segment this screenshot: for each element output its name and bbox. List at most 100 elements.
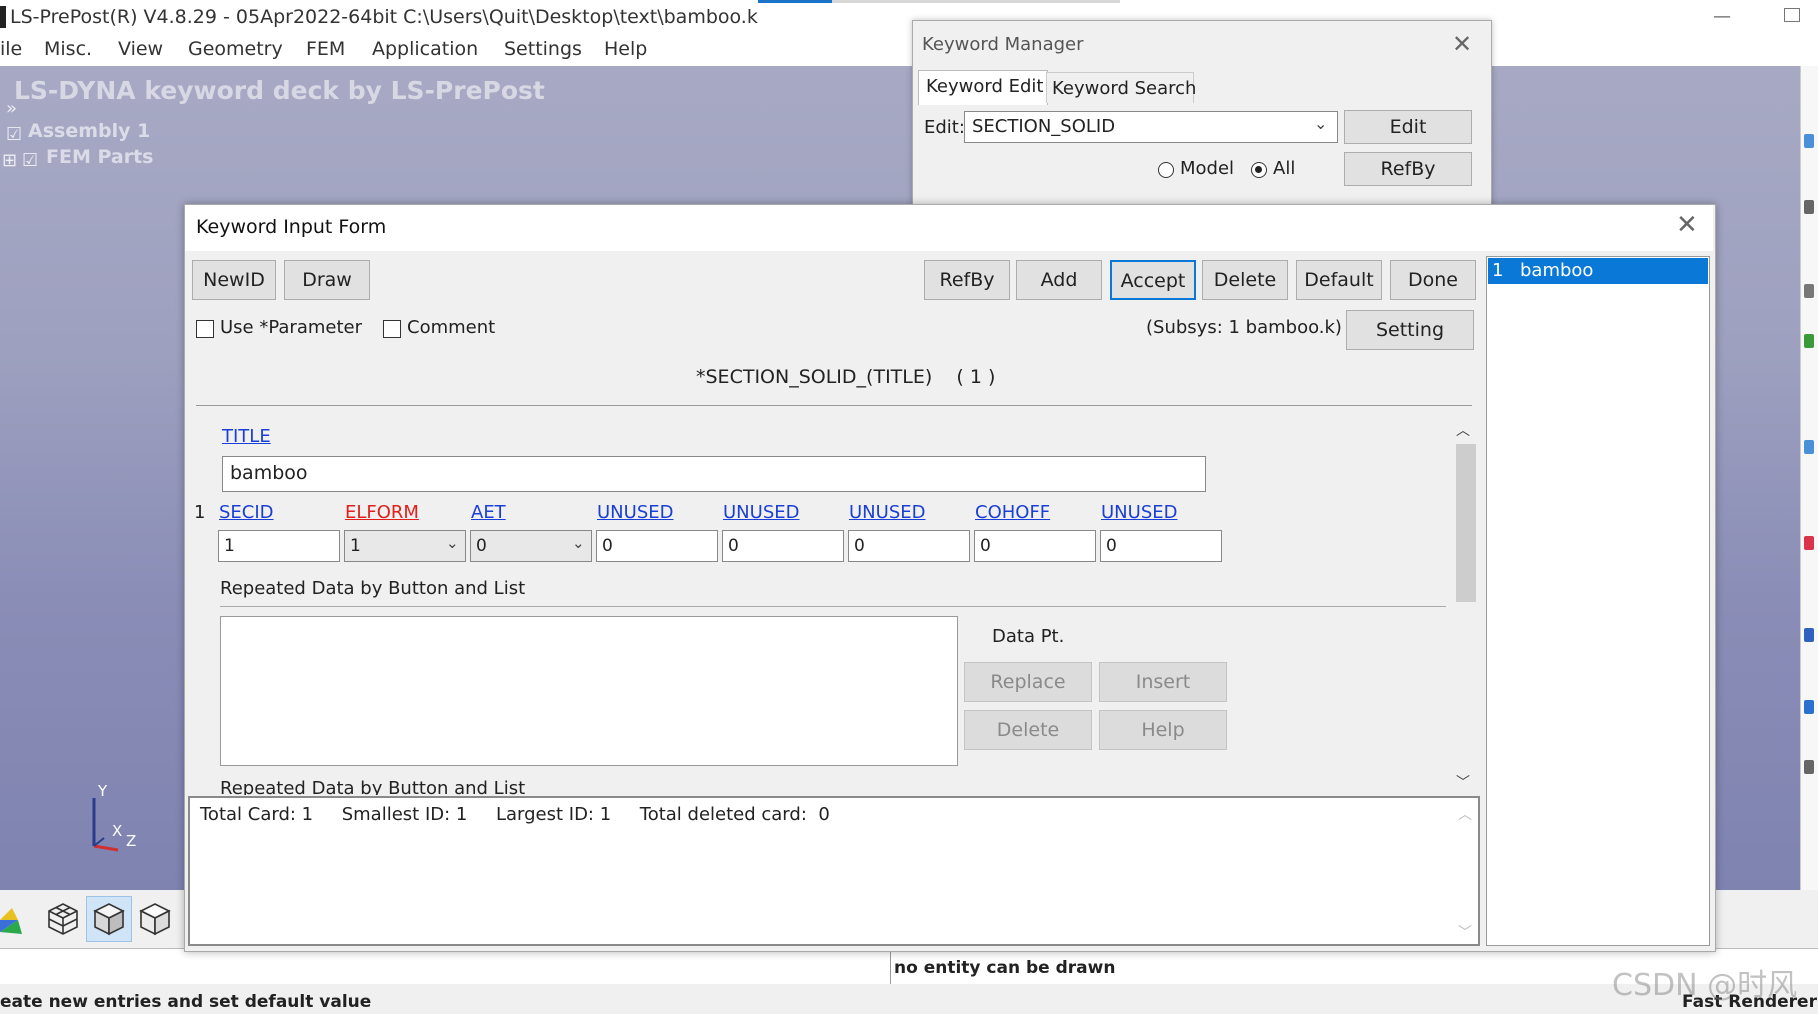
menu-settings[interactable]: Settings [504,38,582,60]
model-radio-label[interactable]: Model [1180,158,1234,179]
secid-value[interactable]: 1 [224,536,235,556]
id-list-row-id[interactable]: 1 [1492,260,1503,281]
menu-view[interactable]: View [118,38,163,60]
elform-value[interactable]: 1 [350,536,361,556]
outline-cube-icon[interactable] [132,896,178,942]
field-label-secid[interactable]: SECID [219,502,274,523]
menu-file[interactable]: ile [0,38,22,60]
strip-tool-icon[interactable] [1804,628,1814,642]
comment-checkbox[interactable] [383,320,401,338]
insert-button[interactable]: Insert [1099,662,1227,702]
edit-button[interactable]: Edit [1344,110,1472,144]
strip-tool-icon[interactable] [1804,200,1814,214]
field-label-cohoff[interactable]: COHOFF [975,502,1050,523]
tree-expand-icon[interactable]: ⊞ [2,150,17,171]
setting-button[interactable]: Setting [1346,310,1474,350]
cohoff-value[interactable]: 0 [980,536,991,556]
use-parameter-checkbox[interactable] [196,320,214,338]
menu-misc[interactable]: Misc. [44,38,92,60]
unused-value[interactable]: 0 [728,536,739,556]
app-title: LS-PrePost(R) V4.8.29 - 05Apr2022-64bit … [10,6,758,28]
scroll-down-icon[interactable]: ﹀ [1458,922,1472,942]
checkbox-checked-icon[interactable]: ☑ [22,150,38,171]
strip-tool-icon[interactable] [1804,334,1814,348]
strip-tool-icon[interactable] [1804,440,1814,454]
replace-button[interactable]: Replace [964,662,1092,702]
add-button[interactable]: Add [1016,260,1102,300]
unused-value[interactable]: 0 [602,536,613,556]
status-divider [890,948,891,984]
field-label-unused[interactable]: UNUSED [1101,502,1177,523]
scroll-down-icon[interactable]: ﹀ [1456,772,1470,792]
scroll-up-icon[interactable]: ︿ [1456,420,1470,440]
title-input[interactable] [222,456,1206,492]
default-button[interactable]: Default [1296,260,1382,300]
scrollbar-thumb[interactable] [1456,444,1476,602]
chevron-down-icon[interactable]: ⌄ [446,534,459,552]
all-radio-label[interactable]: All [1273,158,1295,179]
field-label-unused[interactable]: UNUSED [849,502,925,523]
axis-x-label: X [112,822,122,840]
strip-tool-icon[interactable] [1804,536,1814,550]
title-field-label[interactable]: TITLE [222,426,271,447]
all-radio[interactable] [1251,162,1267,178]
menu-application[interactable]: Application [372,38,478,60]
tab-keyword-edit-label[interactable]: Keyword Edit [926,76,1043,97]
use-parameter-label[interactable]: Use *Parameter [220,317,362,338]
taskbar-tab-active [758,0,832,3]
field-label-unused[interactable]: UNUSED [597,502,673,523]
repeated-data-list[interactable] [220,616,958,766]
title-input-value[interactable]: bamboo [230,462,308,484]
wireframe-cube-icon[interactable] [40,896,86,942]
shaded-cube-icon[interactable] [86,896,132,942]
model-radio[interactable] [1158,162,1174,178]
data-help-button[interactable]: Help [1099,710,1227,750]
close-icon[interactable]: ✕ [1676,210,1698,240]
unused-input[interactable] [848,530,970,562]
restore-icon[interactable] [1784,8,1800,22]
cohoff-input[interactable] [974,530,1096,562]
done-button[interactable]: Done [1390,260,1476,300]
minimize-icon[interactable]: — [1712,6,1732,27]
id-list-row-name[interactable]: bamboo [1520,260,1593,281]
close-icon[interactable]: ✕ [1452,30,1472,58]
newid-button[interactable]: NewID [192,260,276,300]
menu-fem[interactable]: FEM [306,38,345,60]
chevron-down-icon[interactable]: ⌄ [1314,114,1327,133]
unused-value[interactable]: 0 [1106,536,1117,556]
strip-tool-icon[interactable] [1804,700,1814,714]
unused-value[interactable]: 0 [854,536,865,556]
field-label-elform[interactable]: ELFORM [345,502,419,523]
unused-input[interactable] [722,530,844,562]
secid-input[interactable] [218,530,340,562]
menu-help[interactable]: Help [604,38,647,60]
data-delete-button[interactable]: Delete [964,710,1092,750]
menu-geometry[interactable]: Geometry [188,38,283,60]
field-label-unused[interactable]: UNUSED [723,502,799,523]
strip-tool-icon[interactable] [1804,760,1814,774]
strip-tool-icon[interactable] [1804,134,1814,148]
draw-button[interactable]: Draw [284,260,370,300]
tree-item-fem-parts[interactable]: FEM Parts [46,146,153,168]
chevron-down-icon[interactable]: ⌄ [572,534,585,552]
axis-triad-icon: Y X Z [92,784,136,852]
accept-button[interactable]: Accept [1110,260,1196,300]
field-label-aet[interactable]: AET [471,502,506,523]
delete-button[interactable]: Delete [1202,260,1288,300]
comment-label[interactable]: Comment [407,317,495,338]
scroll-up-icon[interactable]: ︿ [1458,804,1472,824]
strip-tool-icon[interactable] [1804,284,1814,298]
unused-input[interactable] [596,530,718,562]
tab-keyword-search-label[interactable]: Keyword Search [1052,78,1196,99]
unused-input[interactable] [1100,530,1222,562]
refby-button[interactable]: RefBy [924,260,1010,300]
fringe-plot-icon[interactable] [0,900,22,936]
tree-item-assembly[interactable]: Assembly 1 [28,120,150,142]
id-list-panel[interactable] [1486,256,1710,946]
km-refby-button[interactable]: RefBy [1344,152,1472,186]
keyword-select-value[interactable]: SECTION_SOLID [972,116,1115,137]
expand-icon[interactable]: » [6,98,17,119]
kif-titlebar [185,205,1713,251]
checkbox-checked-icon[interactable]: ☑ [6,124,22,145]
aet-value[interactable]: 0 [476,536,487,556]
